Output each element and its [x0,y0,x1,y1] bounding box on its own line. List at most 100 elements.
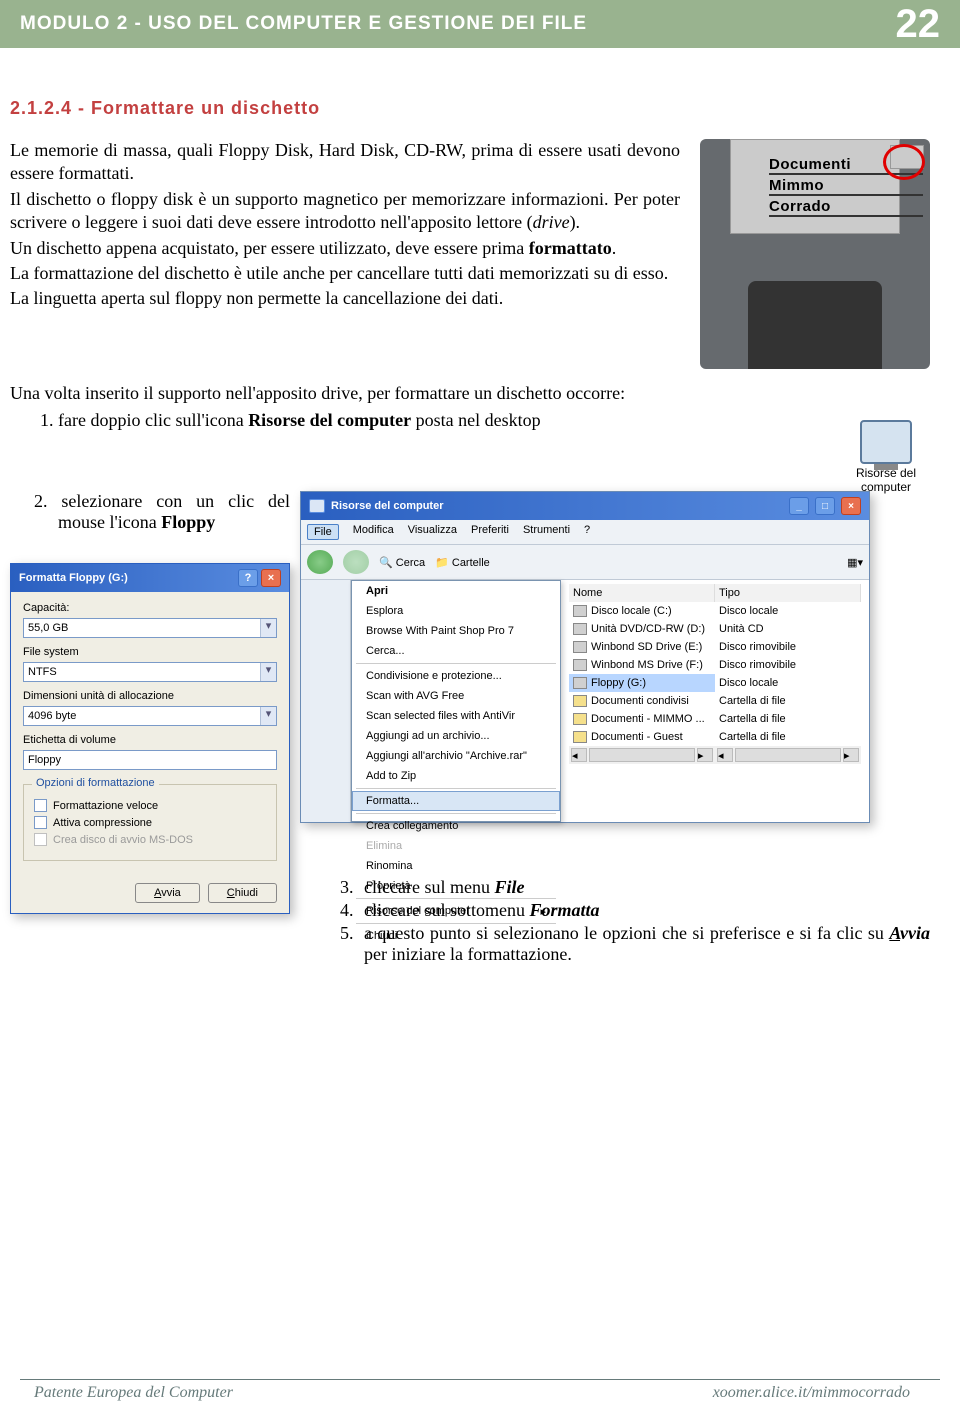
mid-right: Risorse del computer _ □ × File Modifica… [300,491,930,967]
intro-block: Le memorie di massa, quali Floppy Disk, … [10,139,930,369]
shared-docs[interactable]: Documenti condivisi [569,692,715,710]
explorer-toolbar: 🔍 Cerca 📁 Cartelle ▦▾ [301,545,869,580]
format-body: Capacità: 55,0 GB▾ File system NTFS▾ Dim… [11,592,289,913]
drive-floppy-g[interactable]: Floppy (G:) [569,674,715,692]
drive-e[interactable]: Winbond SD Drive (E:) [569,638,715,656]
intro-p4: La formattazione del dischetto è utile a… [10,262,680,285]
capacity-select[interactable]: 55,0 GB▾ [23,618,277,638]
modifica-menu[interactable]: Modifica [353,524,394,540]
scrollbar[interactable]: ◂▸ [569,746,715,764]
ctx-browse-psp[interactable]: Browse With Paint Shop Pro 7 [352,621,560,641]
ctx-condivisione[interactable]: Condivisione e protezione... [352,666,560,686]
format-options-group: Opzioni di formattazione Formattazione v… [23,784,277,861]
floppy-shutter [748,281,882,369]
page-number: 22 [896,2,941,47]
ctx-elimina: Elimina [352,836,560,856]
floppy-illustration: Documenti Mimmo Corrado [700,139,930,369]
close-button[interactable]: × [841,497,861,515]
search-button[interactable]: 🔍 Cerca [379,556,425,569]
explorer-body: Apri Esplora Browse With Paint Shop Pro … [301,580,869,822]
folders-button[interactable]: 📁 Cartelle [435,556,490,569]
ctx-cerca[interactable]: Cerca... [352,641,560,661]
step-4: 4.cliccare sul sottomenu Formatta [340,900,930,921]
docs-mimmo[interactable]: Documenti - MIMMO ... [569,710,715,728]
drive-c[interactable]: Disco locale (C:) [569,602,715,620]
step-list: fare doppio clic sull'icona Risorse del … [10,410,930,431]
step-2: 2. selezionare con un clic del mouse l'i… [10,491,290,533]
ctx-esplora[interactable]: Esplora [352,601,560,621]
intro-p2: Il dischetto o floppy disk è un supporto… [10,188,680,235]
content: 2.1.2.4 - Formattare un dischetto Le mem… [0,48,960,967]
drive-d[interactable]: Unità DVD/CD-RW (D:) [569,620,715,638]
compression-checkbox[interactable]: Attiva compressione [34,816,266,829]
explorer-titlebar[interactable]: Risorse del computer _ □ × [301,492,869,520]
strumenti-menu[interactable]: Strumenti [523,524,570,540]
ctx-crea-collegamento[interactable]: Crea collegamento [352,816,560,836]
explorer-icon [309,499,325,513]
highlight-ring-icon [883,144,925,180]
ctx-archive-rar[interactable]: Aggiungi all'archivio "Archive.rar" [352,746,560,766]
explorer-list: Nome Disco locale (C:) Unità DVD/CD-RW (… [561,580,869,822]
chevron-down-icon: ▾ [260,663,276,681]
step-1: fare doppio clic sull'icona Risorse del … [58,410,930,431]
views-button[interactable]: ▦▾ [847,556,863,569]
mid-row: 2. selezionare con un clic del mouse l'i… [10,491,930,967]
forward-button[interactable] [343,550,369,574]
section-title: 2.1.2.4 - Formattare un dischetto [10,98,930,119]
intro-text: Le memorie di massa, quali Floppy Disk, … [10,139,680,369]
intro-p1: Le memorie di massa, quali Floppy Disk, … [10,139,680,186]
volume-label-label: Etichetta di volume [23,734,277,746]
footer-right: xoomer.alice.it/mimmocorrado [713,1384,910,1402]
file-menu[interactable]: File [307,524,339,540]
col-tipo: Tipo Disco locale Unità CD Disco rimovib… [715,584,861,818]
floppy-slider: Documenti Mimmo Corrado [730,139,900,234]
scrollbar[interactable]: ◂▸ [715,746,861,764]
steps-345: 3.cliccare sul menu File 4.cliccare sul … [300,877,930,965]
drive-f[interactable]: Winbond MS Drive (F:) [569,656,715,674]
quick-format-checkbox[interactable]: Formattazione veloce [34,799,266,812]
explorer-sidebar [301,580,351,822]
floppy-write-protect-hole [890,145,924,169]
ctx-antivir[interactable]: Scan selected files with AntiVir [352,706,560,726]
footer-left: Patente Europea del Computer [34,1384,233,1402]
col-nome: Nome Disco locale (C:) Unità DVD/CD-RW (… [569,584,715,818]
chevron-down-icon: ▾ [260,619,276,637]
page-footer: Patente Europea del Computer xoomer.alic… [20,1379,940,1402]
format-titlebar[interactable]: Formatta Floppy (G:) ? × [11,564,289,592]
ctx-rinomina[interactable]: Rinomina [352,856,560,876]
chiudi-button[interactable]: Chiudi [208,883,277,903]
ctx-zip[interactable]: Add to Zip [352,766,560,786]
maximize-button[interactable]: □ [815,497,835,515]
ctx-apri[interactable]: Apri [352,581,560,601]
page-header: MODULO 2 - USO DEL COMPUTER E GESTIONE D… [0,0,960,48]
avvia-button[interactable]: Avvia [135,883,200,903]
back-button[interactable] [307,550,333,574]
context-menu: Apri Esplora Browse With Paint Shop Pro … [351,580,561,822]
ctx-formatta[interactable]: Formatta... [352,791,560,811]
filesystem-select[interactable]: NTFS▾ [23,662,277,682]
ctx-archivio[interactable]: Aggiungi ad un archivio... [352,726,560,746]
help-menu[interactable]: ? [584,524,590,540]
close-button[interactable]: × [261,569,281,587]
checkbox-icon [34,833,47,846]
docs-guest[interactable]: Documenti - Guest [569,728,715,746]
allocation-select[interactable]: 4096 byte▾ [23,706,277,726]
mid-left: 2. selezionare con un clic del mouse l'i… [10,491,290,967]
volume-label-input[interactable]: Floppy [23,750,277,770]
preferiti-menu[interactable]: Preferiti [471,524,509,540]
checkbox-icon [34,799,47,812]
format-dialog: Formatta Floppy (G:) ? × Capacità: 55,0 … [10,563,290,914]
ctx-avg[interactable]: Scan with AVG Free [352,686,560,706]
msdos-boot-checkbox: Crea disco di avvio MS-DOS [34,833,266,846]
visualizza-menu[interactable]: Visualizza [408,524,457,540]
allocation-label: Dimensioni unità di allocazione [23,690,277,702]
minimize-button[interactable]: _ [789,497,809,515]
help-button[interactable]: ? [238,569,258,587]
step-3: 3.cliccare sul menu File [340,877,930,898]
risorse-del-computer-icon[interactable]: Risorse del computer [856,420,916,494]
header-title: MODULO 2 - USO DEL COMPUTER E GESTIONE D… [20,13,896,35]
avvia-text: Avvia [889,923,930,943]
filesystem-label: File system [23,646,277,658]
explorer-window: Risorse del computer _ □ × File Modifica… [300,491,870,823]
step-5: 5.a questo punto si selezionano le opzio… [340,923,930,965]
